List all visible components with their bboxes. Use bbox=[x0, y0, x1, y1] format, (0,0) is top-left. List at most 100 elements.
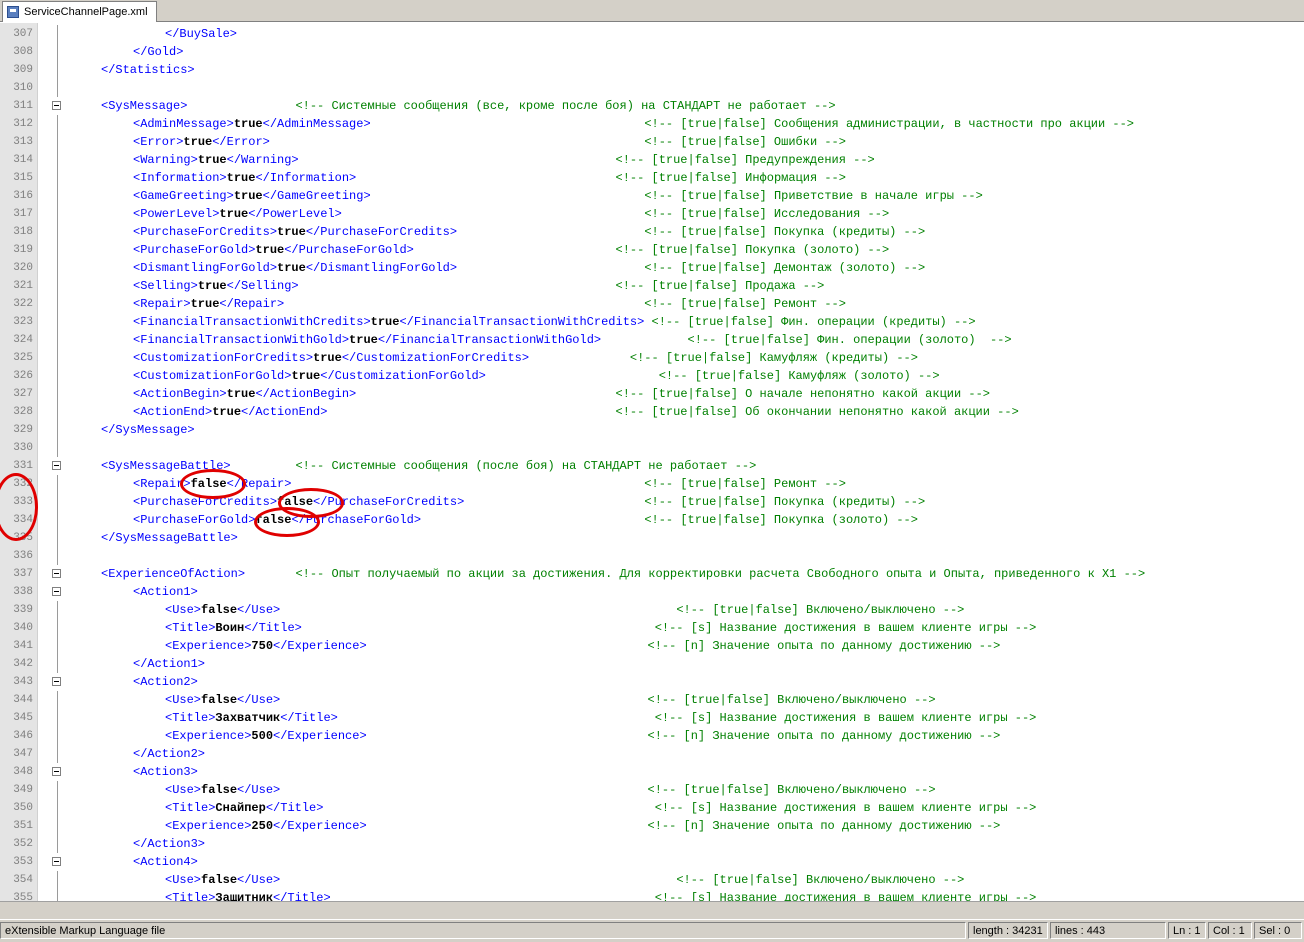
code-line[interactable]: 330 bbox=[0, 439, 1304, 457]
code-line[interactable]: 354 <Use>false</Use> <!-- [true|false] Вк… bbox=[0, 871, 1304, 889]
fold-guide-line bbox=[57, 61, 58, 79]
code-line[interactable]: 307 </BuySale> bbox=[0, 25, 1304, 43]
code-line[interactable]: 339 <Use>false</Use> <!-- [true|false] Вк… bbox=[0, 601, 1304, 619]
code-line[interactable]: 317 <PowerLevel>true</PowerLevel> <!-- [t… bbox=[0, 205, 1304, 223]
code-line[interactable]: 319 <PurchaseForGold>true</PurchaseForGol… bbox=[0, 241, 1304, 259]
horizontal-scrollbar[interactable] bbox=[0, 901, 1304, 919]
xml-value: Снайпер bbox=[215, 801, 266, 815]
fold-toggle-icon[interactable] bbox=[52, 101, 61, 110]
file-tab[interactable]: ServiceChannelPage.xml bbox=[2, 1, 157, 22]
xml-value: true bbox=[190, 297, 220, 311]
xml-comment: <!-- [true|false] Включено/выключено --> bbox=[647, 783, 936, 797]
code-line[interactable]: 335 </SysMessageBattle> bbox=[0, 529, 1304, 547]
code-line[interactable]: 326 <CustomizationForGold>true</Customiza… bbox=[0, 367, 1304, 385]
code-text: <Action3> bbox=[133, 763, 198, 781]
code-line[interactable]: 318 <PurchaseForCredits>true</PurchaseFor… bbox=[0, 223, 1304, 241]
code-line[interactable]: 336 bbox=[0, 547, 1304, 565]
code-line[interactable]: 353 <Action4> bbox=[0, 853, 1304, 871]
xml-tag: <Experience> bbox=[165, 639, 252, 653]
code-text: <PowerLevel>true</PowerLevel> <!-- [true… bbox=[133, 205, 889, 223]
fold-guide-line bbox=[57, 169, 58, 187]
xml-value: true bbox=[233, 189, 263, 203]
code-editor[interactable]: 307 </BuySale> 308 </Gold> 309 </Statistics> 3… bbox=[0, 23, 1304, 901]
code-line[interactable]: 314 <Warning>true</Warning> <!-- [true|fa… bbox=[0, 151, 1304, 169]
xml-tag: </Warning> bbox=[226, 153, 299, 167]
code-line[interactable]: 328 <ActionEnd>true</ActionEnd> <!-- [tru… bbox=[0, 403, 1304, 421]
code-line[interactable]: 310 bbox=[0, 79, 1304, 97]
code-text: <GameGreeting>true</GameGreeting> <!-- [… bbox=[133, 187, 983, 205]
line-number: 355 bbox=[13, 892, 33, 901]
status-sel: Sel : 0 bbox=[1254, 922, 1302, 939]
xml-value: false bbox=[201, 603, 238, 617]
code-text: <Error>true</Error> <!-- [true|false] Ош… bbox=[133, 133, 846, 151]
code-line[interactable]: 349 <Use>false</Use> <!-- [true|false] Вк… bbox=[0, 781, 1304, 799]
xml-comment: <!-- [true|false] Исследования --> bbox=[644, 207, 890, 221]
code-line[interactable]: 321 <Selling>true</Selling> <!-- [true|fa… bbox=[0, 277, 1304, 295]
code-line[interactable]: 352 </Action3> bbox=[0, 835, 1304, 853]
code-line[interactable]: 309 </Statistics> bbox=[0, 61, 1304, 79]
code-line[interactable]: 347 </Action2> bbox=[0, 745, 1304, 763]
fold-toggle-icon[interactable] bbox=[52, 461, 61, 470]
code-line[interactable]: 322 <Repair>true</Repair> <!-- [true|fals… bbox=[0, 295, 1304, 313]
code-line[interactable]: 334 <PurchaseForGold>false</PurchaseForGo… bbox=[0, 511, 1304, 529]
code-line[interactable]: 316 <GameGreeting>true</GameGreeting> <!-… bbox=[0, 187, 1304, 205]
line-number: 344 bbox=[13, 694, 33, 706]
code-text: <SysMessage> <!-- Системные сообщения (в… bbox=[101, 97, 836, 115]
code-line[interactable]: 320 <DismantlingForGold>true</Dismantling… bbox=[0, 259, 1304, 277]
fold-guide-line bbox=[57, 889, 58, 901]
code-line[interactable]: 350 <Title>Снайпер</Title> <!-- [s] Назва… bbox=[0, 799, 1304, 817]
fold-guide-line bbox=[57, 871, 58, 889]
code-line[interactable]: 313 <Error>true</Error> <!-- [true|false]… bbox=[0, 133, 1304, 151]
code-line[interactable]: 308 </Gold> bbox=[0, 43, 1304, 61]
line-number: 341 bbox=[13, 640, 33, 652]
xml-comment: <!-- [true|false] Покупка (кредиты) --> bbox=[644, 495, 926, 509]
fold-toggle-icon[interactable] bbox=[52, 767, 61, 776]
xml-tag: </Use> bbox=[237, 783, 281, 797]
line-number: 351 bbox=[13, 820, 33, 832]
xml-tag: <Title> bbox=[165, 891, 216, 901]
code-line[interactable]: 345 <Title>Захватчик</Title> <!-- [s] Наз… bbox=[0, 709, 1304, 727]
fold-toggle-icon[interactable] bbox=[52, 587, 61, 596]
xml-tag: </SysMessage> bbox=[101, 423, 195, 437]
code-line[interactable]: 340 <Title>Воин</Title> <!-- [s] Название… bbox=[0, 619, 1304, 637]
code-line[interactable]: 351 <Experience>250</Experience> <!-- [n]… bbox=[0, 817, 1304, 835]
code-text: </BuySale> bbox=[165, 25, 237, 43]
xml-value: true bbox=[226, 171, 256, 185]
fold-guide-line bbox=[57, 133, 58, 151]
code-line[interactable]: 355 <Title>Защитник</Title> <!-- [s] Назв… bbox=[0, 889, 1304, 901]
fold-toggle-icon[interactable] bbox=[52, 857, 61, 866]
code-line[interactable]: 327 <ActionBegin>true</ActionBegin> <!-- … bbox=[0, 385, 1304, 403]
code-line[interactable]: 338 <Action1> bbox=[0, 583, 1304, 601]
code-line[interactable]: 312 <AdminMessage>true</AdminMessage> <!-… bbox=[0, 115, 1304, 133]
code-line[interactable]: 315 <Information>true</Information> <!-- … bbox=[0, 169, 1304, 187]
code-line[interactable]: 311 <SysMessage> <!-- Системные сообщения… bbox=[0, 97, 1304, 115]
xml-value: 500 bbox=[251, 729, 274, 743]
xml-tag: </Information> bbox=[255, 171, 357, 185]
fold-toggle-icon[interactable] bbox=[52, 677, 61, 686]
code-line[interactable]: 324 <FinancialTransactionWithGold>true</F… bbox=[0, 331, 1304, 349]
code-line[interactable]: 337 <ExperienceOfAction> <!-- Опыт получа… bbox=[0, 565, 1304, 583]
xml-value: true bbox=[277, 225, 306, 239]
code-line[interactable]: 346 <Experience>500</Experience> <!-- [n]… bbox=[0, 727, 1304, 745]
code-line[interactable]: 343 <Action2> bbox=[0, 673, 1304, 691]
code-line[interactable]: 342 </Action1> bbox=[0, 655, 1304, 673]
xml-tag: </Use> bbox=[237, 603, 281, 617]
code-line[interactable]: 325 <CustomizationForCredits>true</Custom… bbox=[0, 349, 1304, 367]
code-line[interactable]: 329 </SysMessage> bbox=[0, 421, 1304, 439]
code-line[interactable]: 341 <Experience>750</Experience> <!-- [n]… bbox=[0, 637, 1304, 655]
fold-toggle-icon[interactable] bbox=[52, 569, 61, 578]
xml-value: true bbox=[233, 117, 263, 131]
line-number: 322 bbox=[13, 298, 33, 310]
code-text: <Title>Захватчик</Title> <!-- [s] Назван… bbox=[165, 709, 1036, 727]
code-line[interactable]: 323 <FinancialTransactionWithCredits>true… bbox=[0, 313, 1304, 331]
code-line[interactable]: 344 <Use>false</Use> <!-- [true|false] Вк… bbox=[0, 691, 1304, 709]
code-line[interactable]: 348 <Action3> bbox=[0, 763, 1304, 781]
code-text: <FinancialTransactionWithGold>true</Fina… bbox=[133, 331, 1012, 349]
xml-tag: </Action2> bbox=[133, 747, 206, 761]
